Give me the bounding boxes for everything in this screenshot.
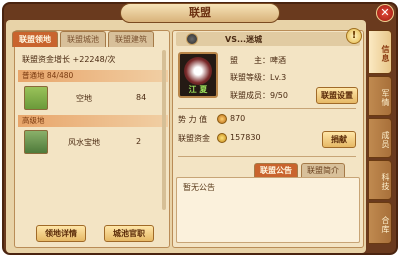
- alliance-emblem: 江 夏: [178, 52, 218, 98]
- emblem-name: 江 夏: [188, 85, 208, 94]
- side-tab-members[interactable]: 成员: [368, 118, 392, 158]
- divider: [178, 156, 356, 157]
- swirl-icon: [184, 57, 212, 85]
- land-name: 风水宝地: [68, 138, 100, 147]
- divider: [178, 108, 356, 109]
- fund-growth-text: 联盟资金增长 +22248/次: [22, 55, 116, 64]
- leader-value: 啤酒: [270, 56, 286, 65]
- list-item[interactable]: 风水宝地 2: [20, 128, 166, 156]
- members-row: 联盟成员：9/50: [230, 90, 288, 101]
- funds-label: 联盟资金: [178, 134, 210, 143]
- notice-box: 暂无公告: [176, 177, 360, 243]
- members-value: 9/50: [270, 91, 288, 100]
- tab-intro[interactable]: 联盟简介: [301, 163, 345, 177]
- list-item[interactable]: 空地 84: [20, 84, 166, 112]
- scrollbar[interactable]: [162, 50, 166, 210]
- tab-buildings[interactable]: 联盟建筑: [108, 31, 154, 47]
- side-tab-warehouse[interactable]: 合库: [368, 202, 392, 244]
- treasure-land-icon: [24, 130, 48, 154]
- leader-row: 盟 主：啤酒: [230, 55, 286, 66]
- land-count: 2: [136, 137, 142, 146]
- alliance-name: VS...迷城: [225, 35, 263, 44]
- side-tab-info[interactable]: 信息: [368, 30, 392, 74]
- notice-tabs: 联盟公告 联盟简介: [254, 163, 345, 177]
- alliance-settings-button[interactable]: 联盟设置: [316, 87, 358, 104]
- tab-cities[interactable]: 联盟城池: [60, 31, 106, 47]
- help-icon[interactable]: !: [346, 28, 362, 44]
- close-button[interactable]: ✕: [376, 4, 394, 22]
- window-title: 联盟: [120, 3, 280, 23]
- power-value: 870: [230, 114, 246, 123]
- territory-tabs: 联盟领地 联盟城池 联盟建筑: [12, 31, 154, 47]
- level-value: Lv.3: [270, 73, 287, 82]
- tab-territory[interactable]: 联盟领地: [12, 31, 58, 47]
- tab-notice[interactable]: 联盟公告: [254, 163, 298, 177]
- section-normal-land: 普通地 84/480: [18, 70, 168, 82]
- section-advanced-land: 高级地: [18, 115, 168, 127]
- alliance-name-bar: [176, 32, 360, 46]
- level-row: 联盟等级：Lv.3: [230, 72, 286, 83]
- territory-detail-button[interactable]: 领地详情: [36, 225, 86, 242]
- donate-button[interactable]: 捐献: [322, 131, 356, 148]
- land-count: 84: [136, 93, 147, 102]
- level-label: 联盟等级：: [230, 73, 270, 82]
- city-official-button[interactable]: 城池官职: [104, 225, 154, 242]
- gold-coin-icon: [217, 133, 227, 143]
- side-tab-military[interactable]: 军情: [368, 76, 392, 116]
- members-label: 联盟成员：: [230, 91, 270, 100]
- close-icon: ✕: [380, 6, 390, 19]
- power-label: 势 力 值: [178, 115, 208, 124]
- side-tab-tech[interactable]: 科技: [368, 160, 392, 200]
- leader-label: 盟 主：: [230, 56, 270, 65]
- funds-value: 157830: [230, 133, 261, 142]
- alliance-flag-icon: [186, 33, 198, 45]
- notice-text: 暂无公告: [183, 183, 215, 192]
- land-name: 空地: [76, 94, 92, 103]
- grassland-icon: [24, 86, 48, 110]
- power-icon: [217, 114, 227, 124]
